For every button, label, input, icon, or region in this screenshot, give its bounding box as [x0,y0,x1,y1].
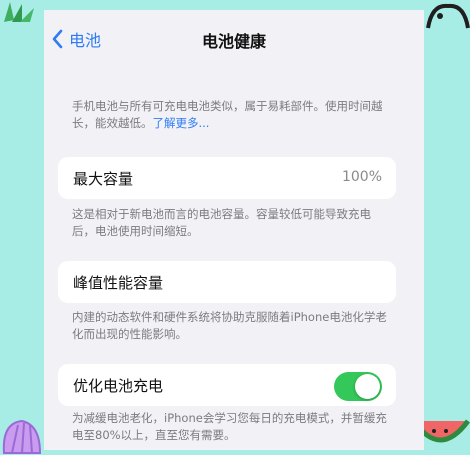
max-capacity-label: 最大容量 [73,170,134,188]
navigation-bar: 电池 电池健康 [44,10,424,70]
optimized-charging-note: 为减缓电池老化，iPhone会学习您每日的充电模式，并暂缓充电至80%以上，直至… [72,411,387,442]
max-capacity-row: 最大容量 100% [58,157,396,199]
optimized-charging-toggle[interactable] [334,372,382,401]
peak-performance-row: 峰值性能容量 [58,261,396,303]
battery-health-screen: 电池 电池健康 手机电池与所有可充电电池类似，属于易耗部件。使用时间越长，能效越… [44,10,424,450]
cat-ears-decoration [426,3,470,29]
max-capacity-value: 100% [341,169,382,185]
page-title: 电池健康 [201,32,266,51]
intro-text: 手机电池与所有可充电电池类似，属于易耗部件。使用时间越长，能效越低。 [72,99,383,130]
toggle-knob [355,374,380,399]
shell-decoration [2,419,42,454]
learn-more-link[interactable]: 了解更多... [153,116,210,130]
intro-description: 手机电池与所有可充电电池类似，属于易耗部件。使用时间越长，能效越低。了解更多..… [72,98,388,132]
peak-performance-note: 内建的动态软件和硬件系统将协助克服随着iPhone电池化学老化而出现的性能影响。 [72,310,387,341]
optimized-charging-label: 优化电池充电 [73,377,164,395]
max-capacity-note: 这是相对于新电池而言的电池容量。容量较低可能导致充电后，电池使用时间缩短。 [72,207,371,238]
leaf-decoration [4,2,34,22]
optimized-charging-row: 优化电池充电 [58,364,396,406]
peak-performance-label: 峰值性能容量 [73,274,164,292]
